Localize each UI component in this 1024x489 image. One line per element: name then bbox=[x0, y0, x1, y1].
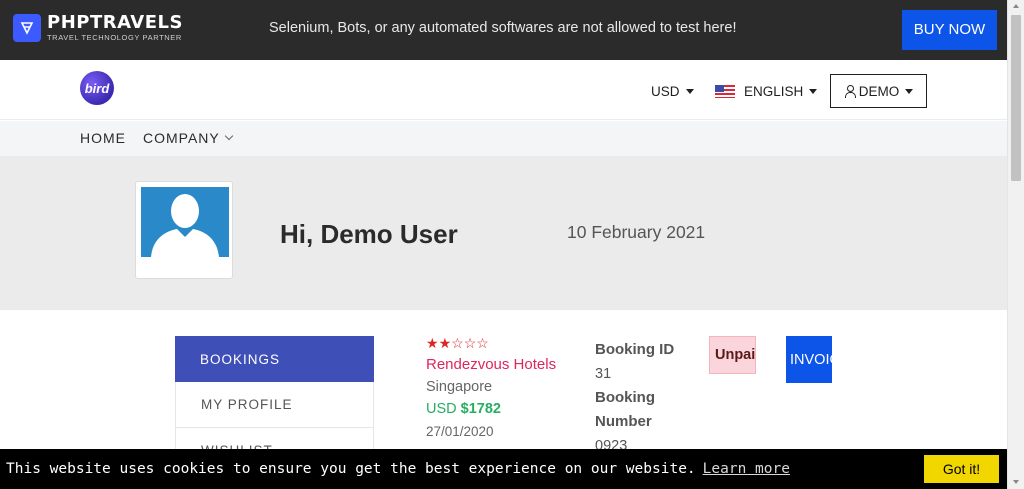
avatar-card bbox=[135, 181, 233, 279]
top-bar: PHPTRAVELS TRAVEL TECHNOLOGY PARTNER Sel… bbox=[0, 0, 1007, 60]
current-date: 10 February 2021 bbox=[567, 222, 706, 242]
us-flag-icon bbox=[715, 85, 735, 98]
site-logo[interactable]: bird bbox=[80, 71, 114, 105]
caret-down-icon bbox=[905, 88, 914, 94]
booking-date: 27/01/2020 bbox=[426, 424, 494, 439]
booking-id-value: 31 bbox=[595, 366, 612, 382]
vertical-scrollbar[interactable] bbox=[1007, 0, 1024, 489]
caret-down-icon bbox=[685, 89, 694, 94]
invoice-button[interactable]: INVOICE bbox=[786, 336, 832, 383]
caret-down-icon bbox=[809, 89, 818, 94]
currency-label: USD bbox=[651, 84, 680, 99]
hotel-city: Singapore bbox=[426, 379, 493, 395]
language-label: ENGLISH bbox=[744, 84, 804, 99]
account-label: DEMO bbox=[858, 83, 900, 99]
star-filled-icon: ★ bbox=[438, 335, 452, 351]
booking-number-label-line2: Number bbox=[595, 413, 652, 430]
price-currency: USD bbox=[426, 401, 457, 417]
main-nav: HOME COMPANY bbox=[0, 121, 1007, 156]
profile-banner: Hi, Demo User 10 February 2021 bbox=[0, 156, 1007, 310]
greeting: Hi, Demo User bbox=[280, 219, 458, 249]
star-empty-icon: ☆ bbox=[451, 335, 464, 351]
brand-icon bbox=[13, 14, 41, 42]
hotel-name-link[interactable]: Rendezvous Hotels bbox=[426, 356, 556, 373]
nav-item-company-label: COMPANY bbox=[143, 130, 220, 146]
hotel-price: USD $1782 bbox=[426, 401, 556, 417]
nav-item-company[interactable]: COMPANY bbox=[143, 130, 233, 146]
scrollbar-thumb[interactable] bbox=[1011, 15, 1021, 181]
scroll-up-icon[interactable] bbox=[1013, 4, 1019, 8]
nav-item-home[interactable]: HOME bbox=[80, 130, 126, 146]
cookie-message: This website uses cookies to ensure you … bbox=[6, 461, 696, 477]
account-dropdown-button[interactable]: DEMO bbox=[830, 74, 927, 108]
automation-notice: Selenium, Bots, or any automated softwar… bbox=[269, 20, 737, 36]
brand-logo[interactable]: PHPTRAVELS TRAVEL TECHNOLOGY PARTNER bbox=[13, 14, 183, 42]
site-logo-text: bird bbox=[84, 80, 110, 96]
cookie-banner: This website uses cookies to ensure you … bbox=[0, 449, 1007, 489]
booking-id-label: Booking ID bbox=[595, 341, 675, 358]
star-empty-icon: ☆ bbox=[476, 335, 489, 351]
user-icon bbox=[844, 85, 856, 98]
price-amount: $1782 bbox=[460, 401, 501, 417]
star-filled-icon: ★ bbox=[426, 335, 439, 351]
language-dropdown[interactable]: ENGLISH bbox=[715, 84, 818, 99]
got-it-button[interactable]: Got it! bbox=[924, 455, 999, 483]
booking-hotel-info: ★★☆☆☆ Rendezvous Hotels Singapore USD $1… bbox=[426, 336, 556, 439]
sidebar-item-bookings[interactable]: BOOKINGS bbox=[175, 336, 374, 382]
star-empty-icon: ☆ bbox=[463, 335, 477, 351]
brand-name: PHPTRAVELS bbox=[47, 12, 183, 33]
booking-details: Booking ID 31 Booking Number 0923 bbox=[595, 338, 695, 458]
user-silhouette-icon bbox=[151, 194, 219, 257]
avatar bbox=[141, 187, 229, 257]
scroll-down-icon[interactable] bbox=[1013, 480, 1019, 484]
chevron-down-icon bbox=[224, 131, 233, 141]
status-badge: Unpaid bbox=[709, 336, 756, 374]
brand-tagline: TRAVEL TECHNOLOGY PARTNER bbox=[47, 33, 182, 42]
sidebar-item-my-profile[interactable]: MY PROFILE bbox=[175, 382, 374, 428]
currency-dropdown[interactable]: USD bbox=[651, 84, 694, 99]
star-rating: ★★☆☆☆ bbox=[426, 336, 556, 350]
booking-number-label-line1: Booking bbox=[595, 389, 655, 406]
site-header: bird USD ENGLISH DEMO bbox=[0, 60, 1007, 120]
buy-now-button[interactable]: BUY NOW bbox=[902, 10, 997, 50]
learn-more-link[interactable]: Learn more bbox=[703, 461, 790, 477]
